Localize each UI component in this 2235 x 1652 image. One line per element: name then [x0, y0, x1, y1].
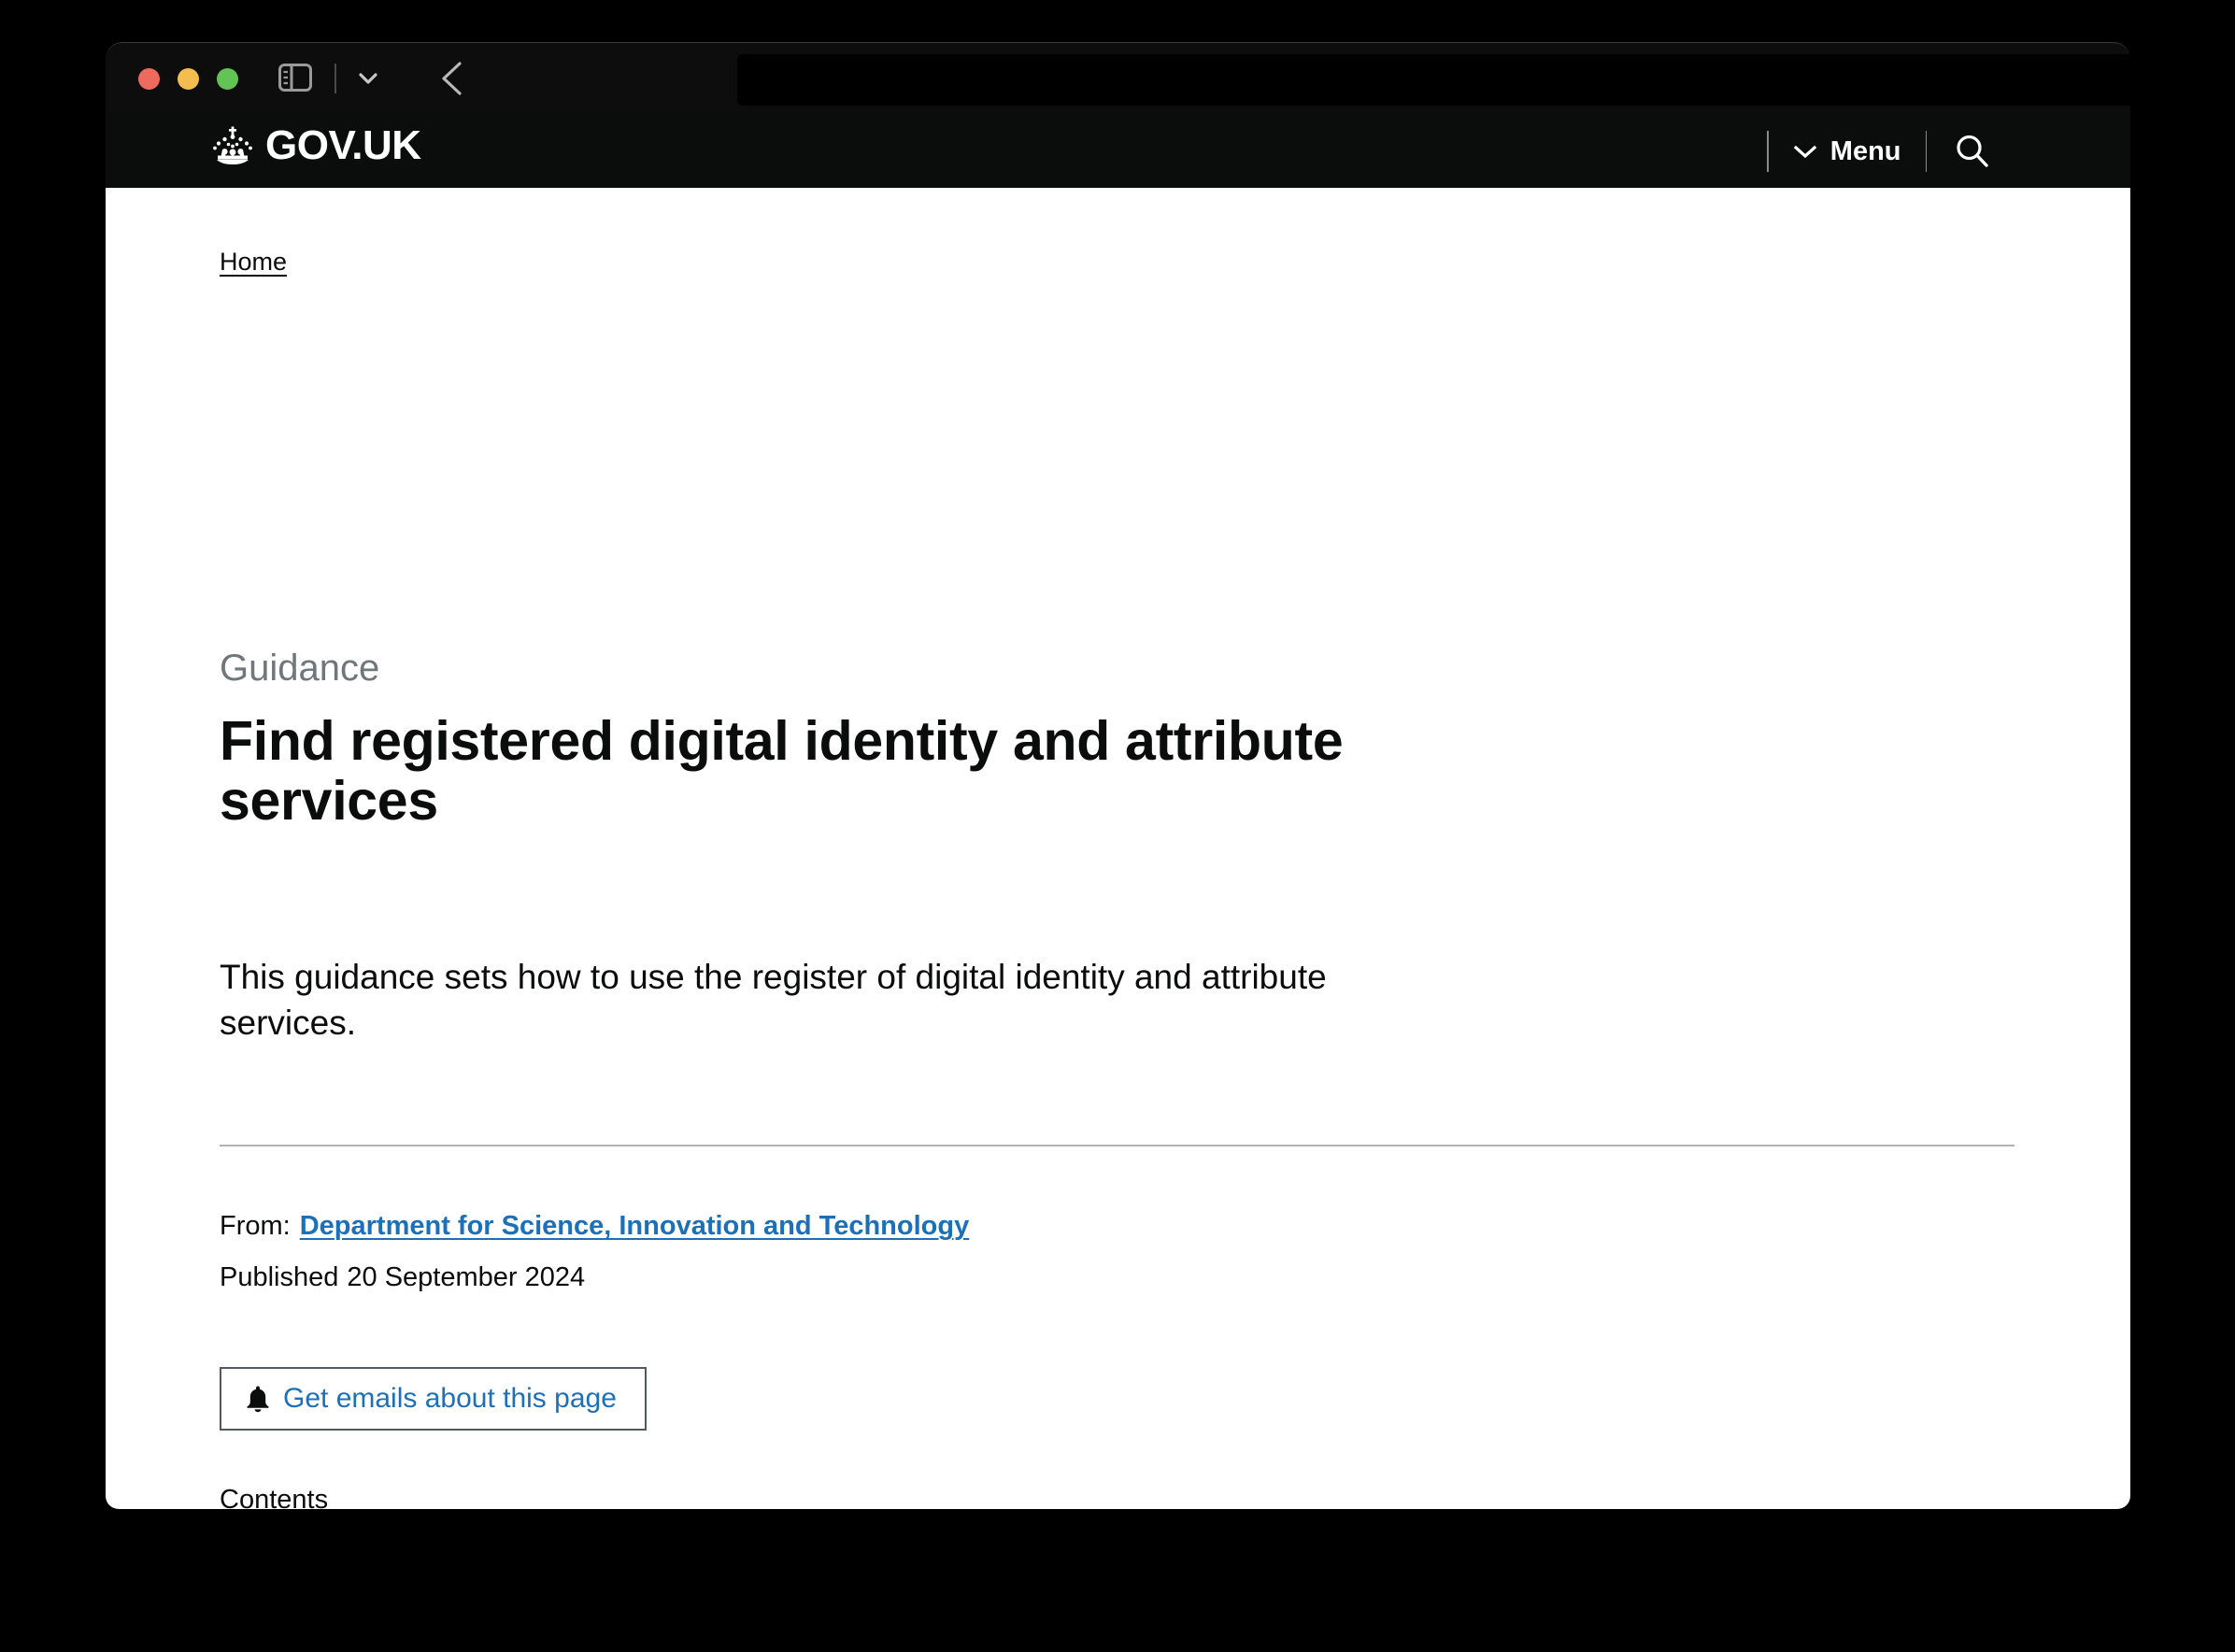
- menu-label: Menu: [1829, 135, 1901, 166]
- crown-icon: [213, 126, 252, 164]
- breadcrumb-home-link[interactable]: Home: [220, 247, 287, 277]
- header-actions: Menu: [1767, 129, 2014, 174]
- published-date: 20 September 2024: [347, 1262, 586, 1292]
- govuk-header: GOV.UK Menu: [106, 112, 2130, 188]
- minimize-window-button[interactable]: [178, 68, 199, 90]
- chevron-down-icon[interactable]: [353, 67, 383, 90]
- back-navigation-icon[interactable]: [437, 59, 469, 98]
- search-icon: [1957, 135, 1988, 167]
- page-description: This guidance sets how to use the regist…: [220, 958, 1327, 1043]
- get-emails-button[interactable]: Get emails about this page: [220, 1367, 647, 1431]
- bell-icon: [247, 1386, 269, 1413]
- published-label: Published: [220, 1262, 339, 1292]
- page-title: Find registered digital identity and att…: [220, 710, 1344, 833]
- metadata-from: From: Department for Science, Innovation …: [220, 1209, 969, 1245]
- page-content: Home Guidance Find registered digital id…: [106, 188, 2130, 1509]
- chevron-down-icon: [1793, 145, 1817, 159]
- address-bar[interactable]: [737, 54, 2130, 106]
- toolbar-divider: [335, 64, 336, 93]
- sidebar-toggle-icon[interactable]: [278, 64, 312, 92]
- search-button[interactable]: [1927, 131, 2014, 172]
- browser-window: GOV.UK Menu Home Guidance Find registere…: [106, 42, 2130, 1509]
- get-emails-label: Get emails about this page: [283, 1383, 617, 1414]
- menu-button[interactable]: Menu: [1769, 131, 1926, 172]
- metadata-divider: [220, 1145, 2014, 1146]
- close-window-button[interactable]: [138, 68, 160, 90]
- maximize-window-button[interactable]: [217, 68, 238, 90]
- govuk-logo[interactable]: GOV.UK: [210, 125, 421, 166]
- contents-heading: Contents: [220, 1485, 329, 1509]
- window-controls: [138, 68, 238, 90]
- metadata-published: Published 20 September 2024: [220, 1260, 585, 1296]
- govuk-wordmark: GOV.UK: [265, 122, 421, 168]
- content-type-label: Guidance: [220, 648, 380, 689]
- from-label: From:: [220, 1211, 291, 1241]
- browser-toolbar: [106, 42, 2130, 112]
- department-link[interactable]: Department for Science, Innovation and T…: [300, 1211, 970, 1241]
